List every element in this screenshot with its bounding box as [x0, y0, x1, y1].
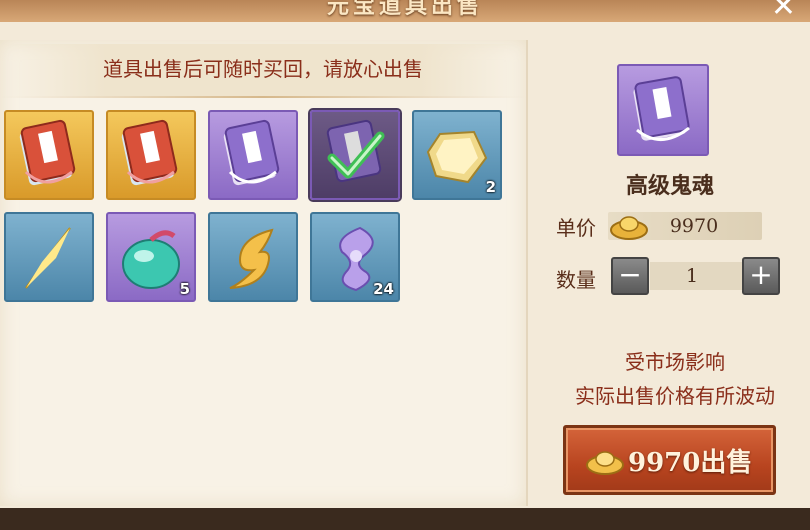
gold-ingot-icon — [586, 451, 624, 475]
inventory-slot-6[interactable] — [4, 212, 94, 302]
quantity-decrease-button[interactable]: − — [611, 257, 649, 295]
close-icon[interactable]: ✕ — [771, 0, 796, 22]
price-label: 单价 — [556, 216, 596, 240]
inventory-slot-9[interactable]: 24 — [310, 212, 400, 302]
item-count: 5 — [179, 280, 190, 298]
gold-ingot-icon — [610, 216, 648, 240]
item-count: 24 — [373, 280, 394, 298]
quantity-increase-button[interactable]: + — [742, 257, 780, 295]
inventory-slot-3[interactable] — [208, 110, 298, 200]
crystal-icon — [25, 227, 71, 289]
dialog-title: 元宝道具出售 — [326, 0, 483, 19]
bottom-bar — [0, 508, 810, 530]
skill-book-icon — [223, 119, 280, 186]
skill-book-icon — [19, 119, 76, 186]
inventory-slot-8[interactable] — [208, 212, 298, 302]
price-value: 9970 — [669, 215, 719, 237]
quantity-value[interactable]: 1 — [650, 262, 734, 290]
feather-icon — [229, 228, 274, 289]
inventory-slot-1[interactable] — [4, 110, 94, 200]
market-note-line1: 受市场影响 — [625, 350, 725, 374]
checkmark-icon — [327, 131, 385, 179]
skill-book-icon — [121, 119, 178, 186]
inventory-slot-2[interactable] — [106, 110, 196, 200]
item-count: 2 — [485, 178, 496, 196]
sell-button-label: 9970出售 — [628, 448, 753, 478]
selected-item-preview — [617, 64, 709, 156]
skill-book-icon — [633, 76, 690, 141]
item-name: 高级鬼魂 — [625, 173, 714, 199]
inventory-slot-4[interactable] — [310, 110, 400, 200]
divider — [0, 96, 526, 98]
notice-text: 道具出售后可随时买回，请放心出售 — [0, 44, 526, 96]
inventory-slot-5[interactable]: 2 — [412, 110, 502, 200]
quantity-label: 数量 — [556, 268, 596, 292]
market-note-line2: 实际出售价格有所波动 — [575, 384, 775, 408]
sell-dialog: 元宝道具出售 ✕ 道具出售后可随时买回，请放心出售 2 5 24 高级鬼魂 单价… — [0, 0, 810, 530]
inventory-slot-7[interactable]: 5 — [106, 212, 196, 302]
